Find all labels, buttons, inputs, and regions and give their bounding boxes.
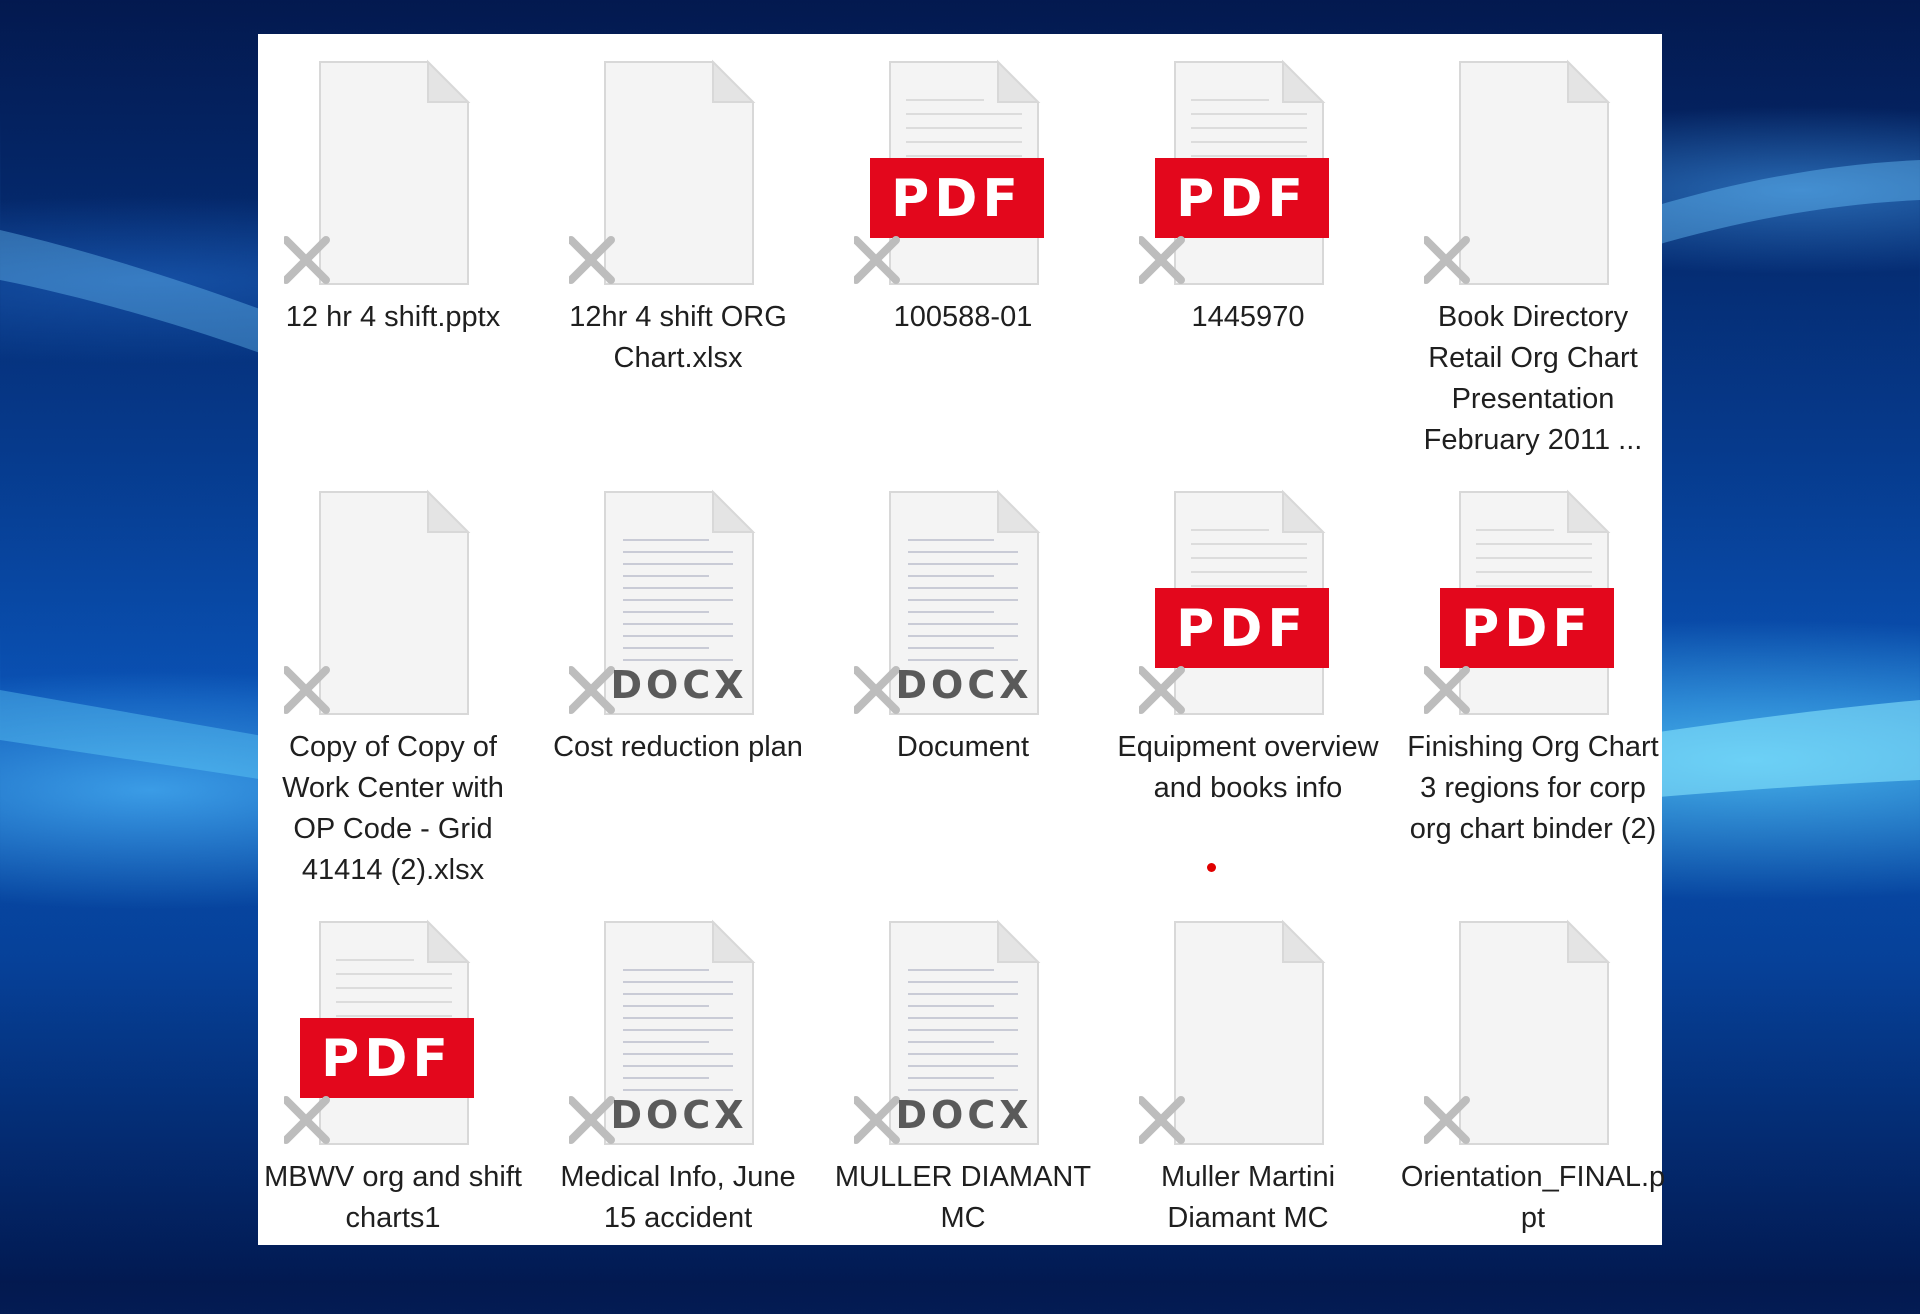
file-name: Book Directory Retail Org Chart Presenta… <box>1423 301 1643 456</box>
cursor-dot <box>1207 863 1216 872</box>
file-name: MBWV org and shift charts1 <box>264 1161 522 1234</box>
file-grid: 12 hr 4 shift.pptx 12hr 4 shift ORG Chart… <box>258 34 1665 1245</box>
file-name: Copy of Copy of Work Center with OP Code… <box>282 731 504 886</box>
file-name: 12 hr 4 shift.pptx <box>285 301 501 333</box>
file-name: Orientation_FINAL.ppt <box>1400 1161 1666 1234</box>
file-item[interactable]: DOCX MULLER DIAMANT MC <box>828 894 1098 1314</box>
file-item[interactable]: Copy of Copy of Work Center with OP Code… <box>258 464 528 886</box>
file-item[interactable]: 12 hr 4 shift.pptx <box>258 34 528 454</box>
pdf-file-icon: PDF <box>852 54 1054 294</box>
docx-badge: DOCX <box>895 1093 1032 1137</box>
file-name: 1445970 <box>1191 301 1305 333</box>
blank-file-icon <box>282 484 484 724</box>
file-name: Muller Martini Diamant MC <box>1160 1161 1336 1234</box>
file-name: Document <box>896 731 1030 763</box>
file-item[interactable]: PDF 100588-01 <box>828 34 1098 454</box>
blank-file-icon <box>1137 914 1339 1154</box>
file-item[interactable]: Book Directory Retail Org Chart Presenta… <box>1398 34 1668 456</box>
file-item[interactable]: PDF MBWV org and shift charts1 <box>258 894 528 1314</box>
file-item[interactable]: DOCX Medical Info, June 15 accident <box>543 894 813 1314</box>
blank-file-icon <box>1422 54 1624 294</box>
pdf-badge: PDF <box>1461 599 1593 659</box>
file-name: Finishing Org Chart 3 regions for corp o… <box>1407 731 1659 845</box>
file-name: Equipment overview and books info <box>1117 731 1379 804</box>
blank-file-icon <box>567 54 769 294</box>
file-item[interactable]: Muller Martini Diamant MC <box>1113 894 1383 1314</box>
blank-file-icon <box>282 54 484 294</box>
docx-file-icon: DOCX <box>567 484 769 724</box>
docx-badge: DOCX <box>610 663 747 707</box>
file-name: Cost reduction plan <box>553 731 803 763</box>
docx-file-icon: DOCX <box>852 914 1054 1154</box>
pdf-badge: PDF <box>891 169 1023 229</box>
file-item[interactable]: DOCX Document <box>828 464 1098 884</box>
file-item[interactable]: PDF Equipment overview and books info <box>1113 464 1383 884</box>
pdf-badge: PDF <box>1176 599 1308 659</box>
file-item[interactable]: PDF Finishing Org Chart 3 regions for cor… <box>1398 464 1668 884</box>
file-item[interactable]: 12hr 4 shift ORG Chart.xlsx <box>543 34 813 454</box>
file-name: Medical Info, June 15 accident <box>560 1161 796 1234</box>
file-name: 100588-01 <box>893 301 1033 333</box>
docx-badge: DOCX <box>895 663 1032 707</box>
docx-badge: DOCX <box>610 1093 747 1137</box>
pdf-file-icon: PDF <box>282 914 484 1154</box>
pdf-file-icon: PDF <box>1422 484 1624 724</box>
file-explorer-panel: 12 hr 4 shift.pptx 12hr 4 shift ORG Chart… <box>258 34 1665 1245</box>
pdf-badge: PDF <box>1176 169 1308 229</box>
file-item[interactable]: Orientation_FINAL.ppt <box>1398 894 1668 1314</box>
docx-file-icon: DOCX <box>567 914 769 1154</box>
file-name: 12hr 4 shift ORG Chart.xlsx <box>569 301 787 374</box>
pdf-badge: PDF <box>321 1029 453 1089</box>
blank-file-icon <box>1422 914 1624 1154</box>
file-item[interactable]: DOCX Cost reduction plan <box>543 464 813 884</box>
file-item[interactable]: PDF 1445970 <box>1113 34 1383 454</box>
docx-file-icon: DOCX <box>852 484 1054 724</box>
file-name: MULLER DIAMANT MC <box>834 1161 1092 1234</box>
pdf-file-icon: PDF <box>1137 484 1339 724</box>
pdf-file-icon: PDF <box>1137 54 1339 294</box>
